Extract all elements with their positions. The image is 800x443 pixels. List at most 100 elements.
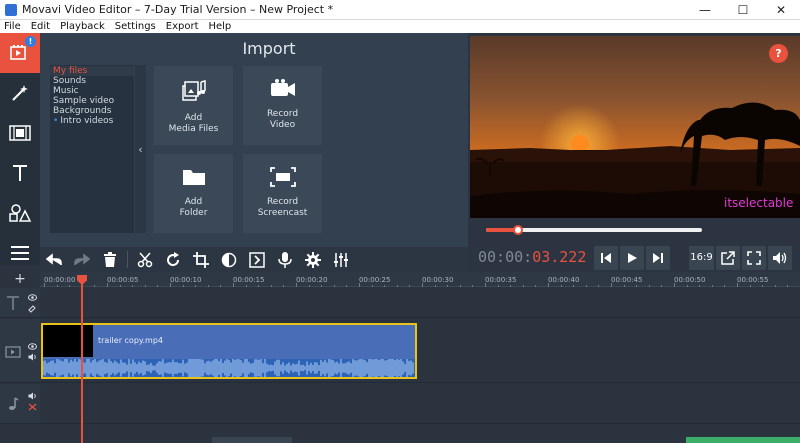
play-icon (628, 253, 637, 263)
add-folder-button[interactable]: Add Folder (154, 154, 233, 233)
ruler-tick-mark (182, 285, 184, 287)
ruler-tick-mark (636, 285, 638, 287)
minimize-button[interactable]: — (686, 0, 724, 20)
ruler-tick-mark (510, 285, 512, 287)
fullscreen-button[interactable] (742, 246, 766, 270)
audio-off-icon[interactable] (28, 403, 37, 411)
collapse-panel-button[interactable]: ‹ (135, 65, 146, 233)
toolbar-divider (127, 251, 128, 268)
split-button[interactable] (131, 247, 159, 272)
transitions-tool-button[interactable] (0, 113, 40, 153)
ruler-tick-mark (308, 285, 310, 287)
redo-button[interactable] (68, 247, 96, 272)
rotate-button[interactable] (159, 247, 187, 272)
import-panel: Import My files Sounds Music Sample vide… (40, 33, 468, 247)
titles-tool-button[interactable] (0, 153, 40, 193)
crop-button[interactable] (187, 247, 215, 272)
visibility-eye-icon[interactable] (28, 294, 37, 301)
category-my-files[interactable]: My files (50, 66, 134, 76)
menu-playback[interactable]: Playback (60, 20, 105, 33)
camera-icon (270, 79, 295, 96)
color-adjust-icon (221, 252, 237, 267)
visibility-eye-icon[interactable] (28, 343, 37, 350)
ruler-tick-mark (107, 283, 108, 287)
mute-speaker-icon[interactable] (28, 353, 37, 361)
playhead-line[interactable] (81, 275, 83, 443)
speaker-small-icon[interactable] (28, 392, 37, 400)
undo-button[interactable] (40, 247, 68, 272)
add-media-files-button[interactable]: Add Media Files (154, 66, 233, 145)
record-screencast-button[interactable]: Record Screencast (243, 154, 322, 233)
ruler-tick-mark (472, 285, 474, 287)
ruler-tick-label: 00:00:05 (107, 276, 139, 284)
notification-badge: ! (25, 36, 36, 47)
add-track-button[interactable]: + (0, 272, 40, 287)
equalizer-button[interactable] (327, 247, 355, 272)
color-adjust-button[interactable] (215, 247, 243, 272)
ruler-tick-label: 00:00:10 (170, 276, 202, 284)
next-button[interactable] (646, 246, 670, 270)
ruler-tick-mark (711, 285, 713, 287)
category-music[interactable]: Music (50, 86, 134, 96)
ruler-tick-mark (132, 285, 134, 287)
video-preview[interactable] (470, 36, 800, 218)
speaker-icon (773, 252, 787, 264)
audio-track-lane[interactable] (40, 384, 800, 424)
trash-icon (104, 251, 116, 267)
close-button[interactable]: ✕ (762, 0, 800, 20)
crop-icon (193, 251, 209, 268)
ruler-tick-mark (674, 283, 675, 287)
ruler-tick-mark (119, 285, 121, 287)
link-icon[interactable] (28, 305, 36, 313)
video-clip[interactable]: trailer copy.mp4 (41, 323, 417, 379)
redo-icon (74, 252, 90, 265)
filters-tool-button[interactable] (0, 73, 40, 113)
title-track-lane[interactable] (40, 288, 800, 318)
play-button[interactable] (620, 246, 644, 270)
ruler-tick-mark (170, 283, 171, 287)
ruler-tick-mark (144, 285, 146, 287)
export-button-edge[interactable] (686, 437, 800, 443)
popout-icon (721, 251, 735, 265)
ruler-tick-mark (623, 285, 625, 287)
transition-wizard-button[interactable] (243, 247, 271, 272)
import-tool-button[interactable]: ! (0, 33, 40, 73)
maximize-button[interactable]: ☐ (724, 0, 762, 20)
aspect-ratio-button[interactable]: 16:9 (689, 246, 714, 270)
category-sounds[interactable]: Sounds (50, 76, 134, 86)
popout-preview-button[interactable] (716, 246, 740, 270)
menu-settings[interactable]: Settings (115, 20, 156, 33)
ruler-tick-mark (661, 285, 663, 287)
menu-bar: File Edit Playback Settings Export Help (0, 20, 800, 33)
menu-help[interactable]: Help (208, 20, 231, 33)
menu-edit[interactable]: Edit (31, 20, 50, 33)
clip-properties-button[interactable] (299, 247, 327, 272)
category-sample-video[interactable]: Sample video (50, 96, 134, 106)
record-video-button[interactable]: Record Video (243, 66, 322, 145)
help-button[interactable]: ? (769, 44, 788, 63)
more-tools-button[interactable] (0, 233, 40, 273)
stickers-tool-button[interactable] (0, 193, 40, 233)
category-backgrounds[interactable]: Backgrounds (50, 106, 134, 116)
volume-button[interactable] (768, 246, 792, 270)
category-intro-videos[interactable]: Intro videos (50, 116, 134, 126)
ruler-tick-mark (787, 285, 789, 287)
record-voice-button[interactable] (271, 247, 299, 272)
ruler-tick-mark (648, 285, 650, 287)
skip-forward-icon (653, 253, 663, 263)
clip-name: trailer copy.mp4 (98, 336, 163, 345)
watermark-text: itselectable (724, 196, 794, 210)
media-files-icon (181, 80, 206, 101)
ruler-tick-mark (371, 285, 373, 287)
ruler-tick-mark (409, 285, 411, 287)
ruler-tick-label: 00:00:20 (296, 276, 328, 284)
ruler-tick-mark (245, 285, 247, 287)
menu-export[interactable]: Export (166, 20, 199, 33)
record-screencast-label: Record Screencast (257, 197, 308, 218)
previous-button[interactable] (594, 246, 618, 270)
ruler-tick-label: 00:00:00 (44, 276, 76, 284)
menu-file[interactable]: File (4, 20, 21, 33)
rotate-icon (167, 251, 180, 266)
seek-handle[interactable] (513, 225, 524, 235)
delete-button[interactable] (96, 247, 124, 272)
